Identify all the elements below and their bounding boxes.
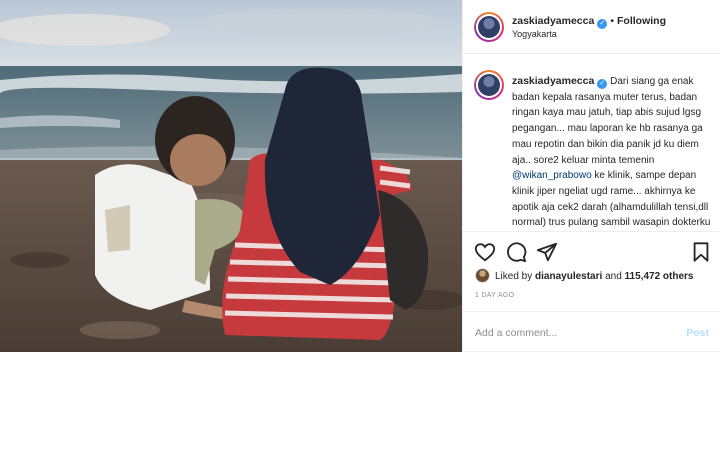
likes-middle: and (602, 271, 625, 282)
post-photo[interactable] (0, 0, 462, 352)
action-bar (463, 232, 720, 272)
liker-username[interactable]: dianayulestari (535, 271, 602, 282)
instagram-post: zaskiadyamecca ✓ • Following Yogyakarta zas… (0, 0, 720, 352)
post-sidebar: zaskiadyamecca ✓ • Following Yogyakarta zas… (462, 0, 720, 352)
heart-icon[interactable] (474, 241, 496, 263)
post-timestamp[interactable]: 1 DAY AGO (475, 292, 514, 299)
header-user-line: zaskiadyamecca ✓ • Following (512, 15, 666, 29)
likes-count-link[interactable]: 115,472 others (625, 271, 694, 282)
comment-input[interactable]: Add a comment... (475, 327, 557, 339)
bookmark-icon[interactable] (690, 241, 712, 263)
share-icon[interactable] (536, 241, 558, 263)
beach-photo (0, 0, 462, 352)
caption-section: zaskiadyamecca ✓ Dari siang ga enak badan… (463, 54, 720, 232)
verified-badge-icon: ✓ (597, 79, 608, 89)
caption-text: zaskiadyamecca ✓ Dari siang ga enak badan… (512, 74, 716, 231)
liker-avatar[interactable] (475, 268, 490, 283)
verified-badge-icon: ✓ (597, 19, 608, 29)
comment-icon[interactable] (505, 241, 527, 263)
post-location[interactable]: Yogyakarta (512, 29, 557, 39)
post-header: zaskiadyamecca ✓ • Following Yogyakarta (463, 0, 720, 54)
caption-username[interactable]: zaskiadyamecca (512, 75, 594, 87)
avatar-image (478, 16, 500, 38)
caption-author-avatar[interactable] (474, 70, 504, 100)
avatar-image (478, 74, 500, 96)
author-avatar[interactable] (474, 12, 504, 42)
likes-prefix: Liked by (495, 271, 536, 282)
caption-mention-link[interactable]: @wikan_prabowo (512, 170, 592, 181)
post-comment-button[interactable]: Post (686, 327, 709, 339)
author-username[interactable]: zaskiadyamecca (512, 15, 594, 27)
separator-dot: • (610, 15, 615, 27)
comment-box: Add a comment... Post (463, 311, 720, 352)
caption-body-part1: Dari siang ga enak badan kepala rasanya … (512, 76, 703, 166)
following-button[interactable]: Following (617, 15, 666, 27)
likes-summary: Liked by dianayulestari and 115,472 othe… (475, 268, 693, 283)
